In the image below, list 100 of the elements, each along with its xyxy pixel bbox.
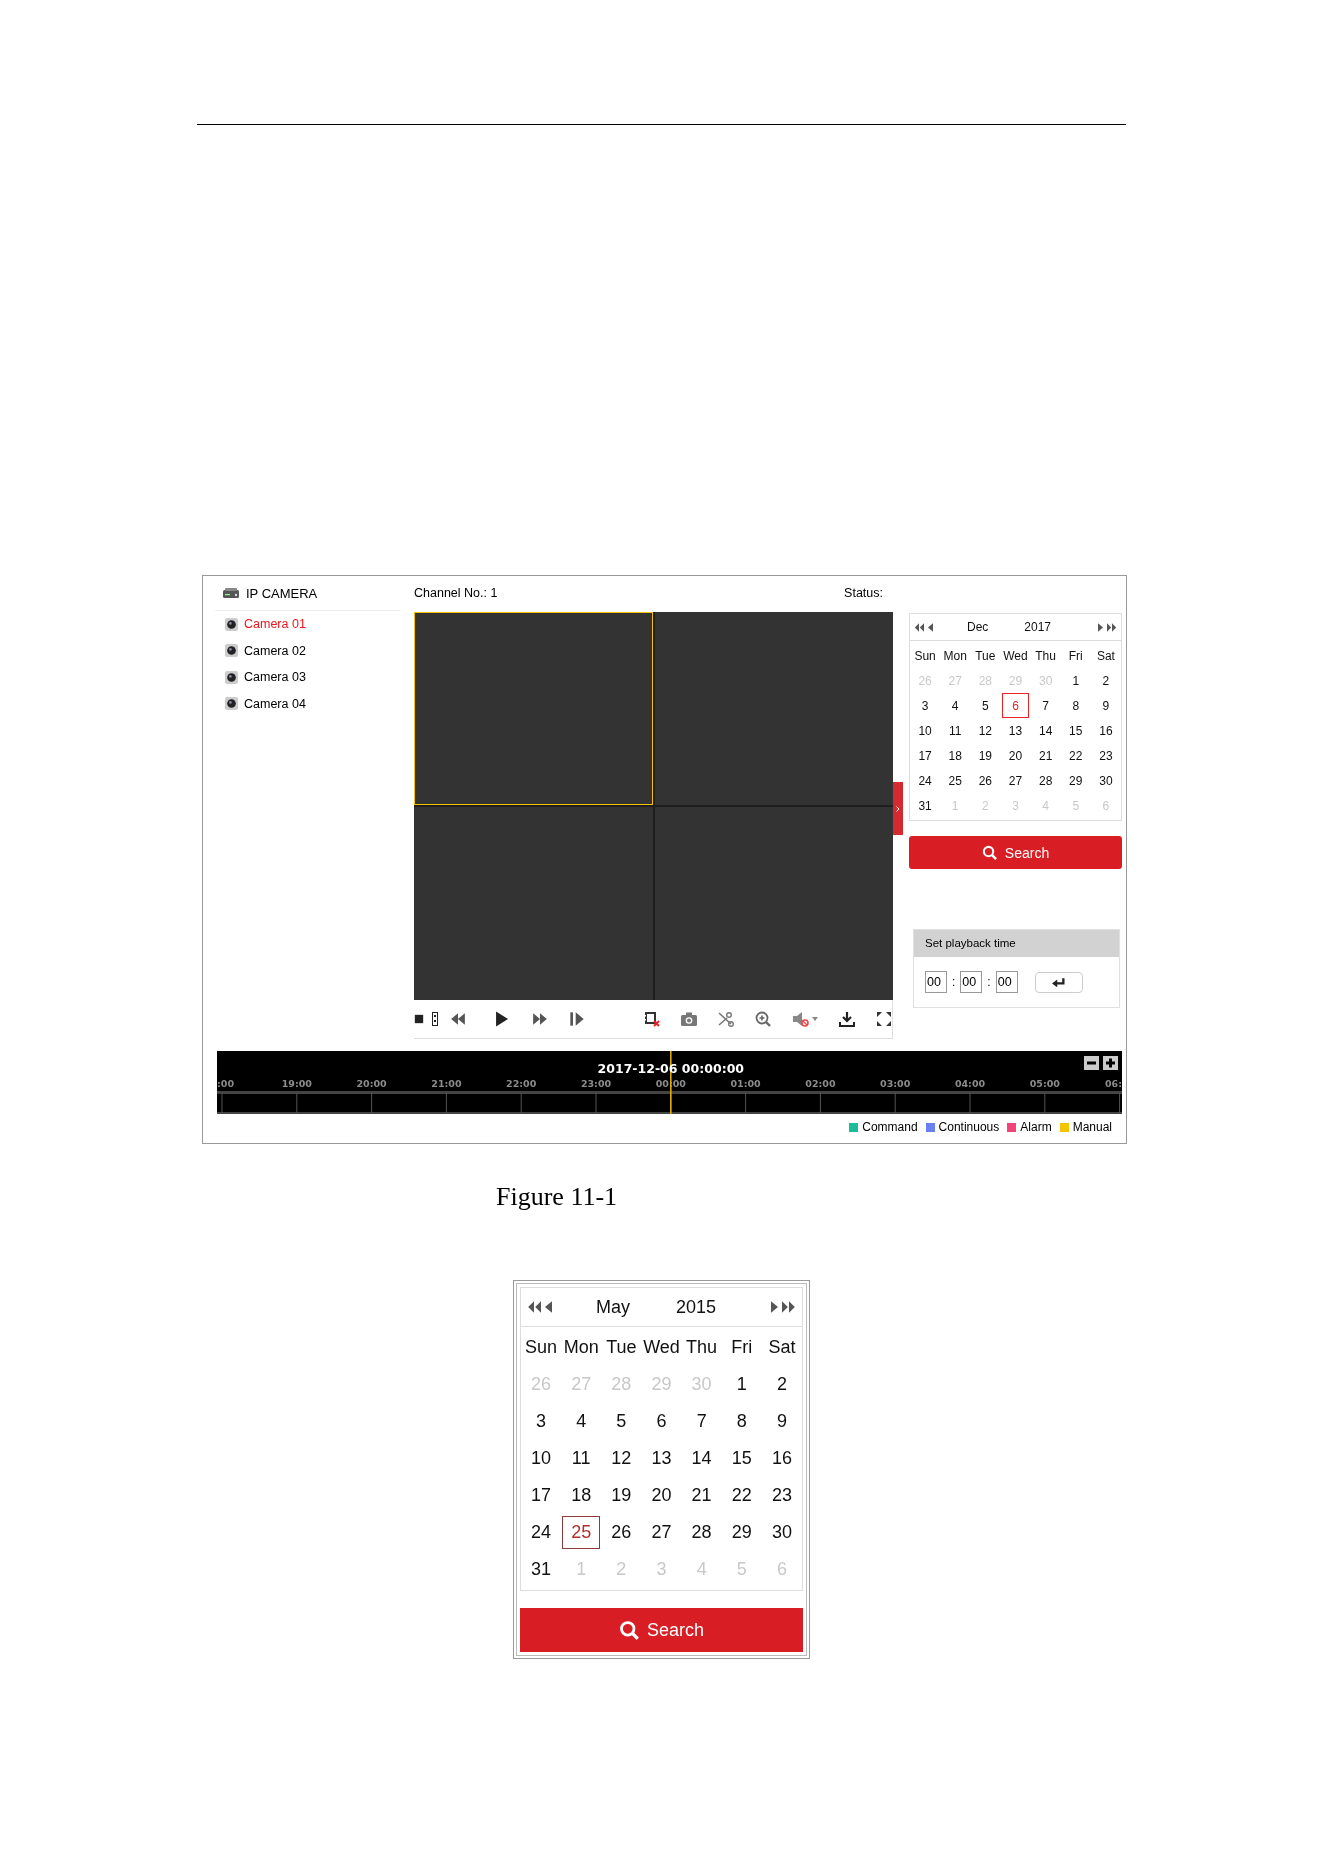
calendar-day[interactable]: 26 — [602, 1516, 641, 1549]
calendar-day[interactable]: 13 — [1002, 718, 1029, 743]
calendar-day[interactable]: 8 — [722, 1405, 761, 1438]
calendar-day[interactable]: 20 — [642, 1479, 681, 1512]
calendar-day[interactable]: 6 — [642, 1405, 681, 1438]
calendar-day[interactable]: 7 — [1032, 693, 1059, 718]
camera-item[interactable]: Camera 04 — [215, 690, 407, 717]
calendar-day[interactable]: 31 — [522, 1553, 561, 1586]
calendar-day[interactable]: 22 — [1062, 743, 1089, 768]
weekday-label: Sun — [913, 647, 937, 665]
calendar-day[interactable]: 1 — [1062, 668, 1089, 693]
calendar-day[interactable]: 3 — [522, 1405, 561, 1438]
weekday-label: Mon — [562, 1336, 600, 1359]
weekday-label: Sun — [524, 1336, 559, 1359]
year-label[interactable]: 2017 — [1024, 620, 1052, 634]
calendar-day[interactable]: 15 — [722, 1442, 761, 1475]
time-field[interactable]: 00 — [925, 971, 947, 993]
calendar-day[interactable]: 28 — [1032, 768, 1059, 793]
calendar-day[interactable]: 29 — [722, 1516, 761, 1549]
calendar-day[interactable]: 5 — [602, 1405, 641, 1438]
figure-caption: Figure 11-1 — [496, 1182, 619, 1212]
calendar-day[interactable]: 25 — [562, 1516, 601, 1549]
camera-item[interactable]: Camera 02 — [215, 637, 407, 664]
calendar-day[interactable]: 10 — [522, 1442, 561, 1475]
weekday-label: Sat — [1095, 647, 1116, 665]
calendar-day[interactable]: 23 — [1092, 743, 1119, 768]
weekday-label: Fri — [730, 1336, 754, 1359]
hour-label: 19:00 — [281, 1078, 312, 1089]
calendar-day[interactable]: 9 — [1092, 693, 1119, 718]
calendar-day[interactable]: 5 — [972, 693, 999, 718]
time-separator: : — [952, 975, 956, 989]
calendar-day[interactable]: 13 — [642, 1442, 681, 1475]
camera-item[interactable]: Camera 01 — [215, 611, 407, 638]
calendar-day[interactable]: 18 — [562, 1479, 601, 1512]
calendar-day[interactable]: 6 — [1002, 693, 1029, 718]
weekday-label: Wed — [642, 1336, 681, 1359]
time-field[interactable]: 00 — [960, 971, 983, 993]
calendar-day[interactable]: 4 — [562, 1405, 601, 1438]
calendar-day[interactable]: 24 — [522, 1516, 561, 1549]
hour-label: 23:00 — [580, 1078, 612, 1089]
weekday-label: Thu — [685, 1336, 719, 1359]
legend-label: Manual — [1072, 1120, 1112, 1134]
year-label[interactable]: 2015 — [676, 1296, 717, 1318]
camera-item[interactable]: Camera 03 — [215, 664, 407, 691]
calendar-day[interactable]: 9 — [762, 1405, 801, 1438]
month-label[interactable]: May — [596, 1296, 630, 1318]
calendar-day[interactable]: 30 — [1092, 768, 1119, 793]
calendar-day[interactable]: 17 — [912, 743, 939, 768]
time-field[interactable]: 00 — [995, 971, 1018, 993]
calendar-day[interactable]: 31 — [912, 793, 939, 818]
device-title: IP CAMERA — [246, 585, 318, 601]
calendar-day[interactable]: 28 — [682, 1516, 721, 1549]
calendar-day[interactable]: 12 — [602, 1442, 641, 1475]
panel-title: Set playback time — [914, 930, 1119, 957]
weekday-label: Mon — [942, 647, 968, 665]
hour-label: 06: — [1104, 1078, 1122, 1089]
calendar-day[interactable]: 21 — [682, 1479, 721, 1512]
calendar-day[interactable]: 18 — [942, 743, 969, 768]
hour-label: 22:00 — [506, 1078, 537, 1089]
channel-label: Channel No.: 1 — [414, 586, 498, 600]
calendar-day[interactable]: 11 — [562, 1442, 601, 1475]
calendar-day[interactable]: 14 — [682, 1442, 721, 1475]
calendar-day[interactable]: 20 — [1002, 743, 1029, 768]
search-button[interactable]: Search — [520, 1608, 803, 1652]
calendar-day[interactable]: 19 — [602, 1479, 641, 1512]
calendar-day[interactable]: 8 — [1062, 693, 1089, 718]
calendar-day[interactable]: 25 — [942, 768, 969, 793]
calendar-day[interactable]: 1 — [722, 1368, 761, 1401]
hour-label: :00 — [217, 1078, 235, 1089]
calendar-day[interactable]: 12 — [972, 718, 999, 743]
month-label[interactable]: Dec — [967, 620, 989, 634]
calendar-day[interactable]: 10 — [912, 718, 939, 743]
calendar-day[interactable]: 27 — [642, 1516, 681, 1549]
calendar-day[interactable]: 11 — [942, 718, 969, 743]
legend-label: Alarm — [1020, 1120, 1052, 1134]
calendar-day[interactable]: 17 — [522, 1479, 561, 1512]
calendar-day[interactable]: 15 — [1062, 718, 1089, 743]
search-button[interactable]: Search — [909, 836, 1122, 869]
calendar-day[interactable]: 4 — [942, 693, 969, 718]
hour-label: 04:00 — [954, 1078, 986, 1089]
calendar-day[interactable]: 14 — [1032, 718, 1059, 743]
calendar-day[interactable]: 19 — [972, 743, 999, 768]
calendar-day[interactable]: 16 — [1092, 718, 1119, 743]
calendar-day[interactable]: 23 — [762, 1479, 801, 1512]
calendar-day[interactable]: 27 — [1002, 768, 1029, 793]
calendar-day[interactable]: 7 — [682, 1405, 721, 1438]
weekday-label: Tue — [605, 1336, 638, 1359]
calendar-day[interactable]: 22 — [722, 1479, 761, 1512]
hour-label: 03:00 — [880, 1078, 911, 1089]
calendar-day[interactable]: 24 — [912, 768, 939, 793]
calendar-day[interactable]: 26 — [972, 768, 999, 793]
calendar-day[interactable]: 2 — [1092, 668, 1119, 693]
calendar-day[interactable]: 2 — [762, 1368, 801, 1401]
calendar-day[interactable]: 3 — [912, 693, 939, 718]
legend-label: Continuous — [938, 1120, 1000, 1134]
hour-label: 01:00 — [730, 1078, 761, 1089]
calendar-day[interactable]: 16 — [762, 1442, 801, 1475]
calendar-day[interactable]: 21 — [1032, 743, 1059, 768]
calendar-day[interactable]: 29 — [1062, 768, 1089, 793]
calendar-day[interactable]: 30 — [762, 1516, 801, 1549]
